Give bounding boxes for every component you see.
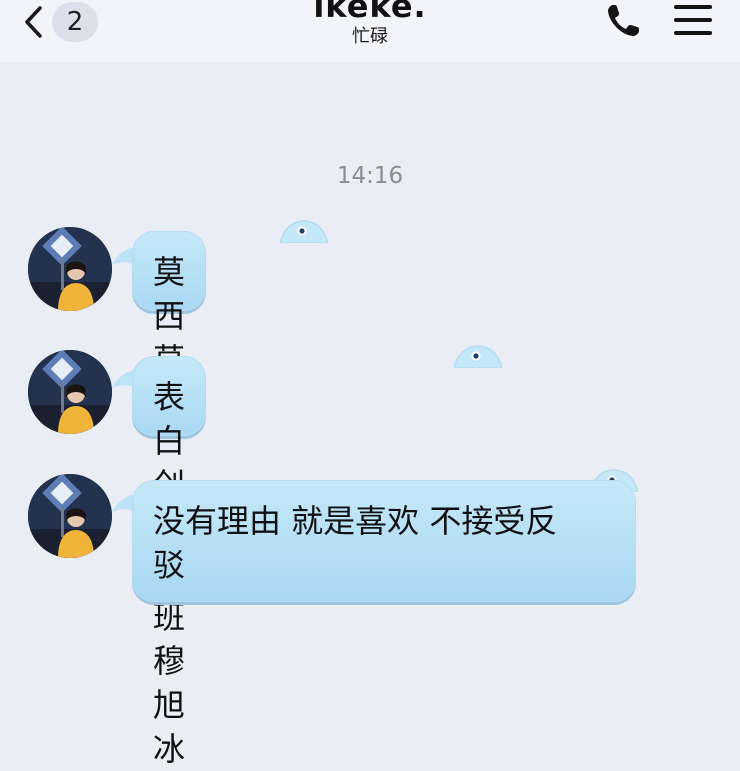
contact-status: 忙碌 <box>352 26 388 47</box>
phone-icon[interactable] <box>604 2 642 40</box>
message-timestamp: 14:16 <box>336 163 404 189</box>
message-text: 莫西莫西 <box>132 231 207 423</box>
message-text: 没有理由 就是喜欢 不接受反 驳 <box>132 480 636 602</box>
back-button[interactable]: 2 <box>22 0 112 44</box>
chat-header: 2 lkeke. 忙碌 <box>0 0 740 62</box>
unread-badge: 2 <box>52 2 98 42</box>
avatar[interactable] <box>28 350 112 434</box>
message-text: 表白创新三班穆旭冰 <box>132 356 207 768</box>
menu-icon[interactable] <box>674 5 712 37</box>
chevron-left-icon <box>25 6 42 38</box>
avatar[interactable] <box>28 227 112 311</box>
contact-info[interactable]: lkeke. 忙碌 <box>220 0 520 48</box>
avatar[interactable] <box>28 474 112 558</box>
contact-name: lkeke. <box>313 0 427 25</box>
